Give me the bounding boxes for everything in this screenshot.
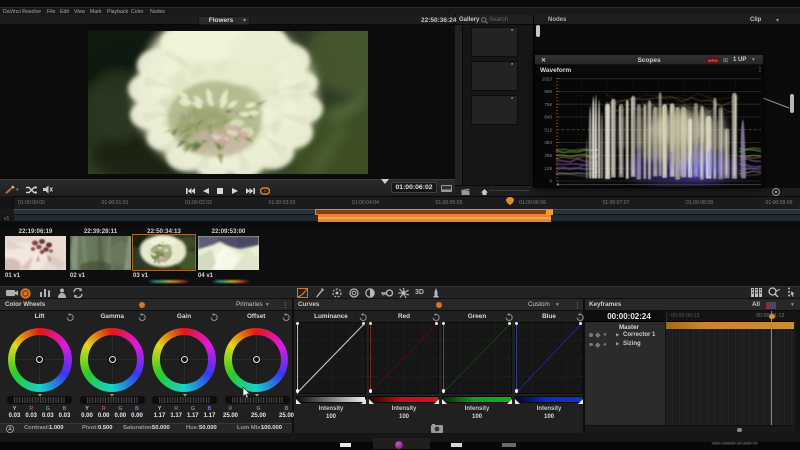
svg-text:384: 384 — [544, 140, 552, 145]
svg-text:1023: 1023 — [542, 76, 553, 81]
svg-text:256: 256 — [544, 153, 552, 158]
svg-text:128: 128 — [544, 166, 552, 171]
svg-text:640: 640 — [544, 115, 552, 120]
svg-text:896: 896 — [544, 89, 552, 94]
svg-text:512: 512 — [544, 127, 552, 132]
svg-text:0: 0 — [549, 179, 552, 184]
svg-text:768: 768 — [544, 102, 552, 107]
